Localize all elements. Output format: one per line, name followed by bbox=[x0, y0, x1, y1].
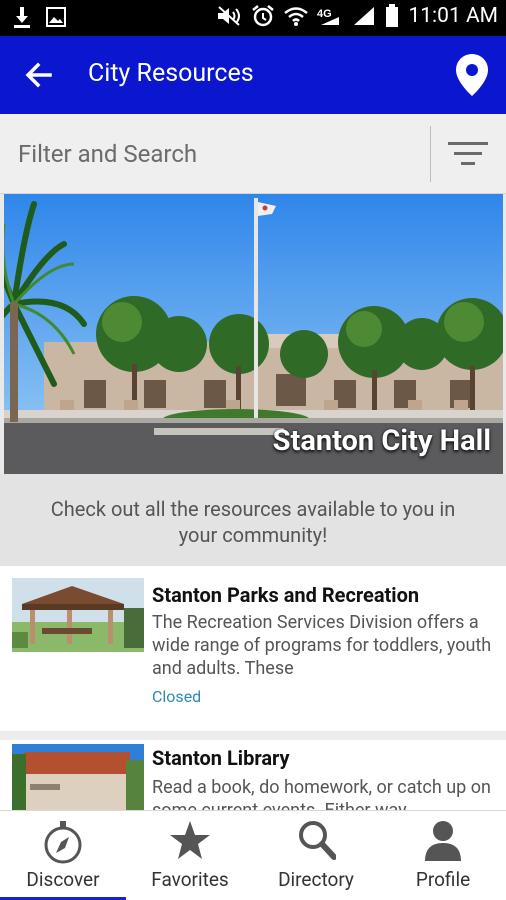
list-item[interactable]: Stanton Parks and Recreation The Recreat… bbox=[0, 566, 506, 731]
item-description: The Recreation Services Division offers … bbox=[152, 612, 492, 679]
filter-icon bbox=[448, 142, 488, 165]
status-badge: Closed bbox=[152, 687, 202, 706]
wifi-icon bbox=[284, 7, 309, 26]
page-title: City Resources bbox=[88, 59, 254, 88]
parks-thumbnail bbox=[12, 578, 144, 652]
tab-label: Discover bbox=[26, 868, 100, 891]
notification-icons bbox=[12, 6, 66, 28]
battery-icon bbox=[386, 4, 399, 27]
star-icon bbox=[170, 821, 210, 859]
system-indicators: 4G 11:01 AM bbox=[216, 4, 498, 28]
tab-label: Profile bbox=[415, 868, 471, 891]
filter-button[interactable] bbox=[444, 136, 492, 172]
tab-label: Directory bbox=[278, 868, 354, 891]
search-icon bbox=[299, 821, 336, 860]
search-bar bbox=[0, 114, 506, 194]
tab-profile[interactable]: Profile bbox=[380, 811, 506, 900]
network-4g-icon: 4G bbox=[317, 8, 340, 25]
arrow-back-icon bbox=[25, 62, 52, 88]
tab-directory[interactable]: Directory bbox=[253, 811, 379, 900]
list-item[interactable]: Stanton Library Read a book, do homework… bbox=[0, 740, 506, 810]
map-button[interactable] bbox=[452, 52, 492, 98]
intro-text: Check out all the resources available to… bbox=[0, 474, 506, 566]
bottom-navigation: Discover Favorites Directory Profile bbox=[0, 810, 506, 900]
alarm-icon bbox=[252, 5, 275, 27]
tab-label: Favorites bbox=[151, 868, 229, 891]
banner-caption: Stanton City Hall bbox=[272, 424, 491, 458]
item-title: Stanton Parks and Recreation bbox=[152, 583, 420, 607]
back-button[interactable] bbox=[22, 58, 56, 92]
pavilion-image bbox=[12, 578, 144, 652]
status-bar: 4G 11:01 AM bbox=[0, 0, 506, 36]
list-divider bbox=[0, 731, 506, 740]
item-title: Stanton Library bbox=[152, 746, 290, 770]
location-pin-icon bbox=[456, 54, 488, 96]
image-icon bbox=[46, 7, 66, 27]
featured-banner[interactable]: Stanton City Hall bbox=[4, 194, 503, 474]
library-image bbox=[12, 744, 144, 810]
search-input[interactable] bbox=[0, 114, 430, 194]
tab-discover[interactable]: Discover bbox=[0, 811, 126, 900]
app-bar: City Resources bbox=[0, 36, 506, 114]
search-divider bbox=[430, 126, 431, 182]
library-thumbnail bbox=[12, 744, 144, 810]
status-time: 11:01 AM bbox=[408, 4, 498, 28]
mute-icon bbox=[218, 6, 241, 26]
svg-text:4G: 4G bbox=[317, 8, 332, 20]
signal-icon bbox=[354, 7, 375, 25]
download-icon bbox=[14, 7, 30, 28]
item-description: Read a book, do homework, or catch up on… bbox=[152, 777, 491, 810]
tab-favorites[interactable]: Favorites bbox=[127, 811, 253, 900]
compass-icon bbox=[44, 821, 82, 864]
person-icon bbox=[425, 821, 461, 861]
